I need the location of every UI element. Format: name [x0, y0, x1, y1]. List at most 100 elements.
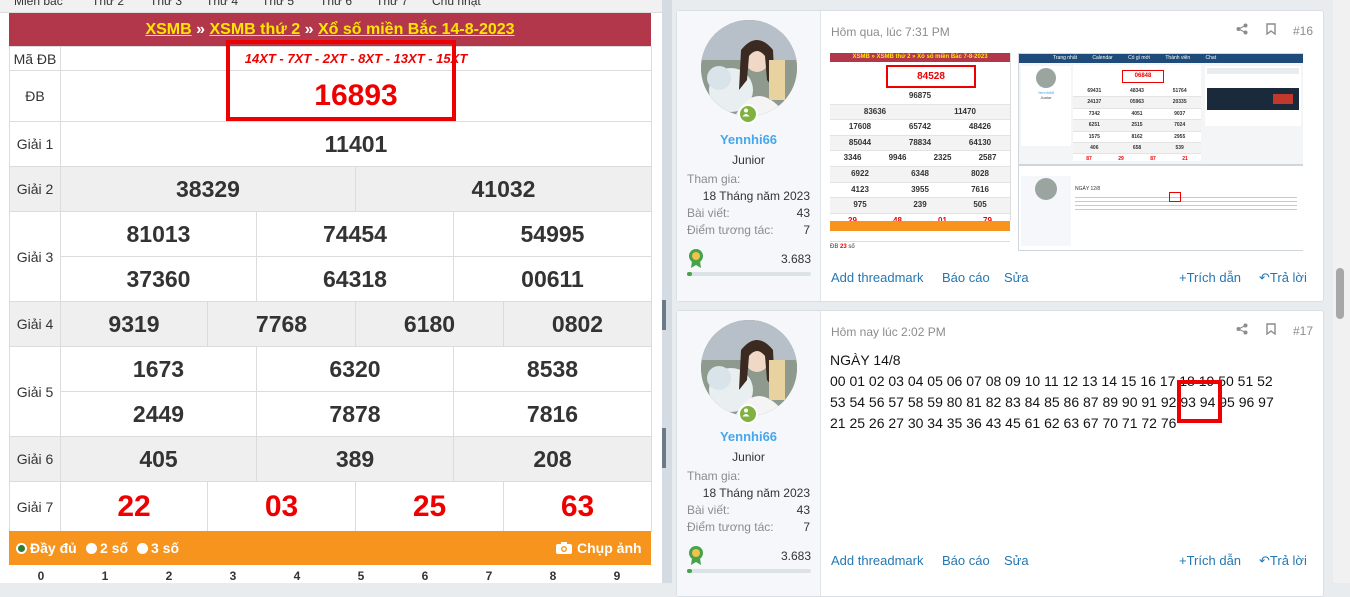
- breadcrumb-current-date[interactable]: Xổ số miền Bắc 14-8-2023: [318, 21, 515, 38]
- table-row: Giải 2 38329 41032: [9, 166, 653, 212]
- image-row: 4123 3955 7616: [830, 183, 1010, 199]
- reply-button[interactable]: ↶Trả lời: [1259, 553, 1307, 569]
- image-menu-item: Chat: [1205, 55, 1217, 61]
- online-status-icon: [738, 404, 758, 424]
- radio-icon[interactable]: [137, 543, 148, 554]
- tab-thu-5[interactable]: Thứ 5: [262, 0, 294, 8]
- table-row: 37360 64318 00611: [10, 256, 653, 302]
- avatar[interactable]: [701, 320, 797, 416]
- image-cell: 3346: [843, 153, 862, 163]
- reply-button[interactable]: ↶Trả lời: [1259, 270, 1307, 286]
- prize-number: 9319: [60, 301, 208, 347]
- digit-header: 2: [165, 569, 173, 583]
- breadcrumb-separator: »: [304, 21, 314, 38]
- image-row: 1575 8162 2955: [1073, 132, 1201, 143]
- breadcrumb-xsmb-thu-2[interactable]: XSMB thứ 2: [209, 21, 300, 38]
- radio-icon[interactable]: [86, 543, 97, 554]
- attached-screenshot[interactable]: XSMB » XSMB thứ 2 » Xổ số miền Bắc 7-8-2…: [830, 53, 1303, 261]
- post-date[interactable]: Hôm nay lúc 2:02 PM: [831, 325, 946, 339]
- posts-value: 43: [796, 206, 810, 220]
- digit-header: 8: [549, 569, 557, 583]
- image-cell: 658: [1132, 144, 1142, 151]
- reaction-value: 7: [803, 223, 810, 237]
- reaction-label: Điểm tương tác:: [687, 520, 774, 534]
- option-label: 3 số: [151, 540, 180, 556]
- prize-number: 63: [502, 481, 653, 532]
- tab-thu-4[interactable]: Thứ 4: [206, 0, 238, 8]
- prize-number: 74454: [256, 211, 454, 257]
- option-full[interactable]: Đầy đủ: [16, 540, 77, 556]
- quote-button[interactable]: +Trích dẫn: [1179, 270, 1241, 285]
- image-cell: 11470: [954, 106, 976, 116]
- image-cell: 3955: [911, 184, 929, 194]
- digit-header-row: 0 1 2 3 4 5 6 7 8 9: [9, 565, 651, 583]
- reaction-label: Điểm tương tác:: [687, 223, 774, 237]
- digit-header: 3: [229, 569, 237, 583]
- tab-thu-3[interactable]: Thứ 3: [150, 0, 182, 8]
- capture-button[interactable]: Chụp ảnh: [555, 540, 642, 556]
- image-cell: 96875: [908, 91, 932, 100]
- option-2-digits[interactable]: 2 số: [86, 540, 128, 556]
- display-options-bar: Đầy đủ 2 số 3 số Chụp ảnh: [9, 531, 651, 565]
- tab-mien-bac[interactable]: Miền bắc: [14, 0, 63, 8]
- prize-label: Giải 2: [9, 166, 61, 212]
- prize-number: 389: [256, 436, 454, 482]
- prize-label: Giải 3: [9, 211, 61, 302]
- prize-number: 03: [207, 481, 356, 532]
- image-inner-rows: 69431 48343 51764 24137 05963 20335 7342 4051 90…: [1073, 86, 1201, 166]
- post-date[interactable]: Hôm qua, lúc 7:31 PM: [831, 25, 950, 39]
- post-number[interactable]: #17: [1293, 324, 1313, 338]
- table-row: Giải 1 11401: [9, 121, 653, 167]
- username[interactable]: Yennhi66: [677, 132, 820, 147]
- user-title: Junior: [732, 450, 765, 464]
- image-bottom-suffix: số: [848, 244, 855, 250]
- camera-icon: [556, 542, 572, 554]
- add-threadmark-link[interactable]: Add threadmark: [831, 270, 924, 285]
- prize-number: 11401: [59, 121, 653, 167]
- prize-number: 405: [60, 436, 257, 482]
- forum-post: Yennhi66 Junior Tham gia: 18 Tháng năm 2…: [676, 310, 1324, 597]
- username[interactable]: Yennhi66: [677, 429, 820, 444]
- share-icon[interactable]: [1236, 323, 1248, 338]
- radio-selected-icon[interactable]: [16, 543, 27, 554]
- scrollbar-thumb[interactable]: [1336, 268, 1344, 319]
- tab-thu-2[interactable]: Thứ 2: [92, 0, 124, 8]
- capture-label: Chụp ảnh: [577, 540, 642, 556]
- bookmark-icon[interactable]: [1265, 23, 1276, 38]
- edit-link[interactable]: Sửa: [1004, 270, 1029, 285]
- image-row: 69431 48343 51764: [1073, 86, 1201, 98]
- image-row: 6922 6348 8028: [830, 166, 1010, 183]
- share-icon[interactable]: [1236, 23, 1248, 38]
- image-cell: 65742: [908, 122, 932, 132]
- image-cell: 975: [853, 200, 867, 210]
- image-cell: 2515: [1131, 122, 1143, 129]
- forum-post: Yennhi66 Junior Tham gia: 18 Tháng năm 2…: [676, 10, 1324, 302]
- table-row: Giải 6 405 389 208: [9, 436, 653, 482]
- prize-label: Giải 6: [9, 436, 61, 482]
- posts-value: 43: [796, 503, 810, 517]
- image-row: 96875: [830, 89, 1010, 105]
- reply-label: Trả lời: [1269, 553, 1307, 568]
- avatar-photo-icon: [701, 20, 797, 116]
- quote-button[interactable]: +Trích dẫn: [1179, 553, 1241, 568]
- image-cell: 20335: [1172, 99, 1187, 106]
- breadcrumb-xsmb[interactable]: XSMB: [145, 21, 191, 38]
- report-link[interactable]: Báo cáo: [942, 270, 990, 285]
- add-threadmark-link[interactable]: Add threadmark: [831, 553, 924, 568]
- prize-number: 0802: [502, 301, 653, 347]
- avatar[interactable]: [701, 20, 797, 116]
- option-3-digits[interactable]: 3 số: [137, 540, 179, 556]
- image-menu-item: Trang nhất: [1053, 55, 1077, 61]
- image-row: 975 239 505: [830, 198, 1010, 214]
- edit-link[interactable]: Sửa: [1004, 553, 1029, 568]
- post-number[interactable]: #16: [1293, 24, 1313, 38]
- tab-thu-7[interactable]: Thứ 7: [376, 0, 408, 8]
- joined-label: Tham gia:: [687, 469, 741, 483]
- tab-thu-6[interactable]: Thứ 6: [320, 0, 352, 8]
- tab-chu-nhat[interactable]: Chủ nhật: [432, 0, 481, 8]
- bookmark-icon[interactable]: [1265, 323, 1276, 338]
- image-cell: 2587: [978, 153, 997, 163]
- medal-icon: [689, 546, 703, 565]
- image-row: 17608 65742 48426: [830, 120, 1010, 136]
- report-link[interactable]: Báo cáo: [942, 553, 990, 568]
